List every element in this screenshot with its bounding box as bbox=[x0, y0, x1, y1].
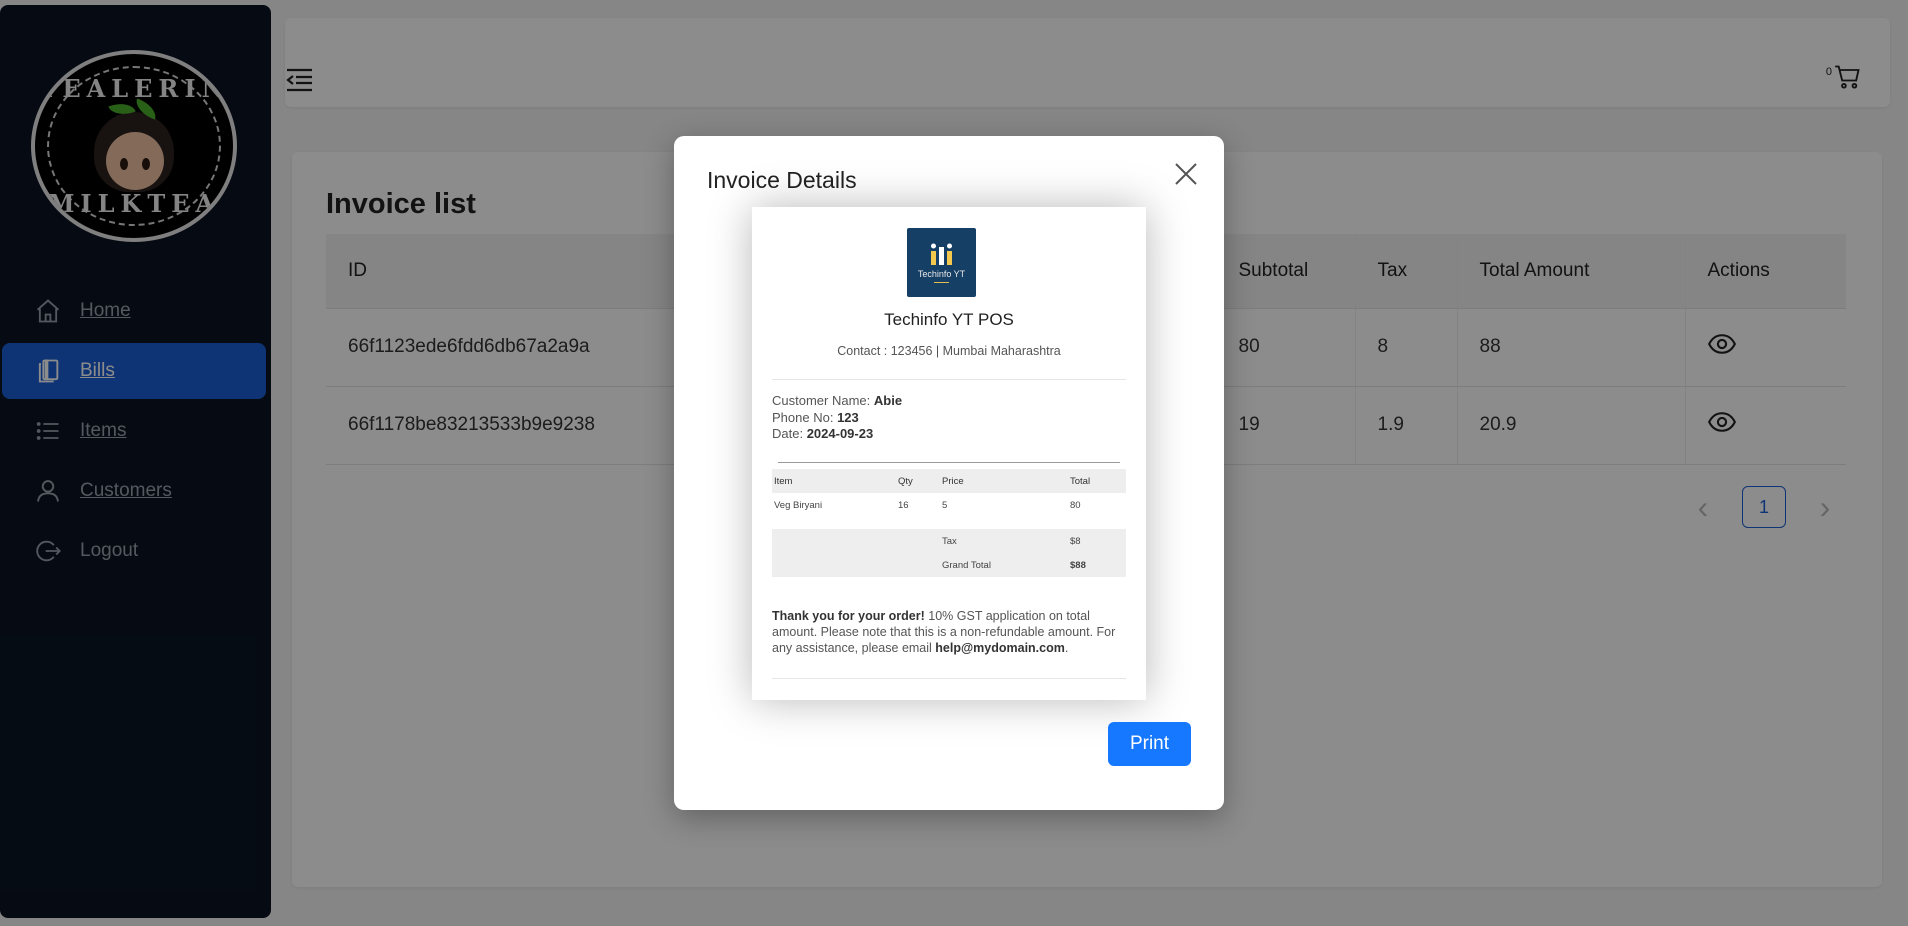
note-end: . bbox=[1064, 641, 1069, 655]
receipt-item-price: 5 bbox=[942, 499, 948, 511]
divider bbox=[778, 462, 1120, 463]
tax-value: $8 bbox=[1068, 529, 1126, 553]
modal-title: Invoice Details bbox=[707, 167, 857, 193]
customer-name-label: Customer Name: bbox=[772, 393, 871, 408]
shop-contact: Contact : 123456 | Mumbai Maharashtra bbox=[837, 344, 1061, 358]
tax-label: Tax bbox=[940, 529, 1068, 553]
receipt-column-header: Total bbox=[1068, 469, 1126, 493]
receipt-item-qty: 16 bbox=[898, 499, 909, 511]
customer-info: Customer Name: Abie Phone No: 123 Date: … bbox=[772, 393, 902, 443]
grand-total-label: Grand Total bbox=[940, 553, 1068, 577]
receipt-header-row: Item Qty Price Total bbox=[772, 469, 1126, 493]
company-logo: Techinfo YT ▬▬▬▬▬ bbox=[907, 228, 976, 297]
receipt-item-total: 80 bbox=[1070, 499, 1081, 511]
customer-name-value: Abie bbox=[873, 393, 903, 408]
receipt-item-name: Veg Biryani bbox=[774, 499, 823, 511]
divider bbox=[772, 678, 1126, 679]
date-value: 2024-09-23 bbox=[806, 426, 874, 441]
shop-name: Techinfo YT POS bbox=[884, 310, 1014, 329]
support-email[interactable]: help@mydomain.com bbox=[935, 641, 1065, 655]
invoice-receipt: Techinfo YT ▬▬▬▬▬ Techinfo YT POS Contac… bbox=[752, 207, 1146, 700]
divider bbox=[772, 379, 1126, 380]
date-label: Date: bbox=[772, 426, 804, 441]
grand-total-value: $88 bbox=[1068, 553, 1126, 577]
phone-value: 123 bbox=[837, 409, 859, 425]
print-button[interactable]: Print bbox=[1108, 722, 1191, 766]
phone-label: Phone No: bbox=[772, 409, 834, 425]
logo-chart-icon bbox=[930, 243, 952, 265]
logo-text: Techinfo YT bbox=[917, 269, 966, 279]
invoice-details-modal: Invoice Details Techinfo YT ▬▬▬▬▬ Techin… bbox=[674, 136, 1224, 810]
logo-tagline-mark: ▬▬▬▬▬ bbox=[934, 280, 949, 284]
thank-you-note: Thank you for your order! 10% GST applic… bbox=[772, 608, 1132, 656]
close-icon[interactable] bbox=[1172, 160, 1200, 188]
receipt-column-header: Price bbox=[940, 469, 1068, 493]
receipt-item-row: Veg Biryani 16 5 80 bbox=[772, 493, 1126, 517]
note-bold: Thank you for your order! bbox=[772, 609, 925, 623]
receipt-column-header: Item bbox=[772, 469, 896, 493]
receipt-items-table: Item Qty Price Total Veg Biryani 16 5 80… bbox=[772, 469, 1126, 577]
receipt-tax-row: Tax $8 bbox=[772, 529, 1126, 553]
receipt-column-header: Qty bbox=[896, 469, 940, 493]
receipt-grand-total-row: Grand Total $88 bbox=[772, 553, 1126, 577]
